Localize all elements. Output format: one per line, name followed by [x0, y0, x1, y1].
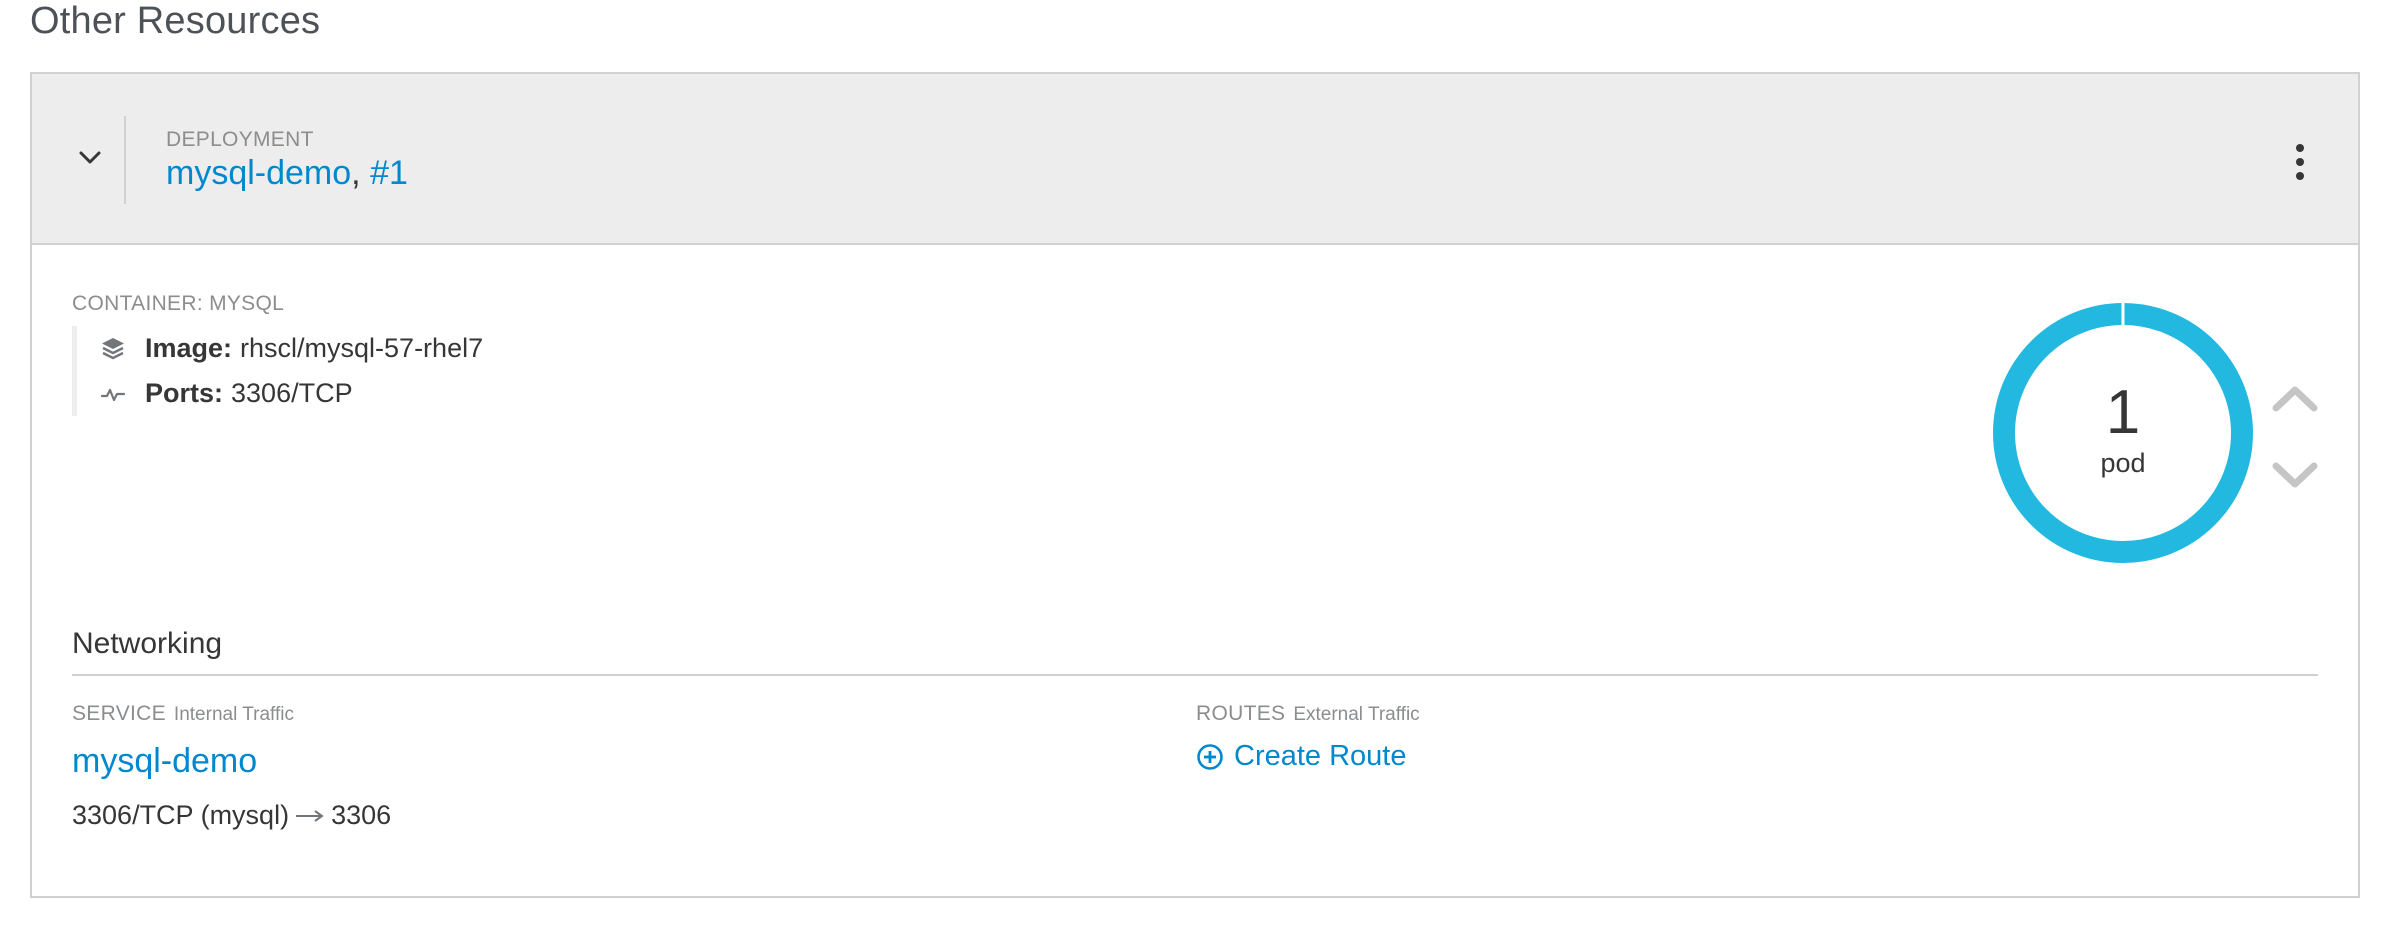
header-divider — [124, 116, 126, 204]
title-separator: , — [351, 154, 361, 192]
deployment-name-link[interactable]: mysql-demo — [166, 154, 351, 192]
deployment-revision-link[interactable]: #1 — [370, 154, 408, 192]
routes-label-main: ROUTES — [1196, 702, 1286, 725]
arrow-right-icon — [295, 809, 325, 823]
pod-unit: pod — [2100, 447, 2146, 478]
networking-divider — [72, 674, 2318, 676]
section-title: Other Resources — [30, 0, 321, 42]
image-row: Image: rhscl/mysql-57-rhel7 — [99, 326, 483, 371]
port-from: 3306/TCP (mysql) — [72, 800, 290, 830]
container-label: CONTAINER: MYSQL — [72, 292, 285, 315]
ports-label: Ports: — [145, 378, 224, 408]
layers-icon — [99, 335, 127, 363]
routes-label-sub: External Traffic — [1293, 704, 1420, 725]
create-route-link[interactable]: Create Route — [1196, 740, 1407, 773]
ports-value: 3306/TCP — [231, 378, 353, 408]
service-label: SERVICE Internal Traffic — [72, 702, 294, 726]
deployment-title: mysql-demo, #1 — [166, 154, 408, 193]
deployment-panel: DEPLOYMENT mysql-demo, #1 CONTAINER: MYS… — [30, 72, 2360, 898]
deployment-header: DEPLOYMENT mysql-demo, #1 — [32, 74, 2358, 245]
port-to: 3306 — [331, 800, 392, 830]
container-details: Image: rhscl/mysql-57-rhel7 Ports: 3306/… — [72, 326, 483, 416]
collapse-chevron-icon[interactable] — [72, 140, 108, 176]
create-route-label: Create Route — [1234, 740, 1407, 772]
resource-kind-label: DEPLOYMENT — [166, 128, 314, 151]
ports-row: Ports: 3306/TCP — [99, 371, 483, 416]
pod-count: 1 — [2105, 377, 2141, 447]
kebab-menu-icon[interactable] — [2290, 144, 2310, 180]
plus-circle-icon — [1196, 743, 1224, 771]
service-port-mapping: 3306/TCP (mysql) 3306 — [72, 800, 391, 831]
service-label-sub: Internal Traffic — [173, 704, 294, 725]
service-name-link[interactable]: mysql-demo — [72, 742, 257, 781]
image-value: rhscl/mysql-57-rhel7 — [240, 333, 484, 363]
scale-up-chevron-up-icon[interactable] — [2270, 381, 2320, 415]
routes-label: ROUTES External Traffic — [1196, 702, 1420, 726]
image-label: Image: — [145, 333, 233, 363]
service-label-main: SERVICE — [72, 702, 166, 725]
networking-title: Networking — [72, 627, 223, 660]
scale-down-chevron-down-icon[interactable] — [2270, 459, 2320, 493]
pod-count-text: 1 pod — [1992, 302, 2254, 564]
pulse-icon — [99, 380, 127, 408]
pod-donut-chart[interactable]: 1 pod — [1992, 302, 2254, 564]
